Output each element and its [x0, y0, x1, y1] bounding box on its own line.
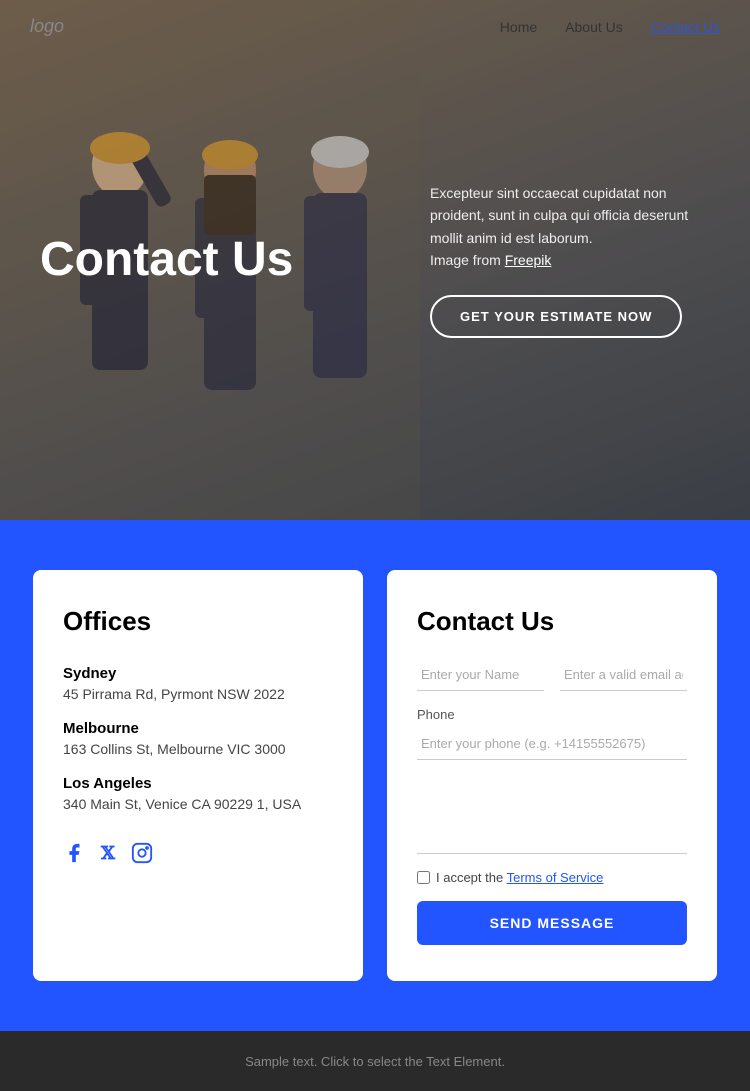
estimate-button[interactable]: GET YOUR ESTIMATE NOW [430, 295, 682, 338]
nav-about[interactable]: About Us [565, 19, 623, 35]
office-sydney: Sydney 45 Pirrama Rd, Pyrmont NSW 2022 [63, 665, 333, 702]
terms-link[interactable]: Terms of Service [507, 870, 604, 885]
hero-section: Contact Us Excepteur sint occaecat cupid… [0, 0, 750, 520]
name-input[interactable] [417, 659, 544, 691]
email-field-group [560, 659, 687, 691]
hero-description: Excepteur sint occaecat cupidatat non pr… [430, 182, 710, 272]
hero-right: Excepteur sint occaecat cupidatat non pr… [430, 182, 710, 339]
facebook-icon[interactable] [63, 842, 85, 864]
hero-content: Contact Us Excepteur sint occaecat cupid… [0, 0, 750, 520]
send-message-button[interactable]: SEND MESSAGE [417, 901, 687, 945]
melbourne-city: Melbourne [63, 720, 333, 737]
phone-input[interactable] [417, 728, 687, 760]
sydney-address: 45 Pirrama Rd, Pyrmont NSW 2022 [63, 686, 333, 702]
offices-title: Offices [63, 606, 333, 637]
hero-title: Contact Us [40, 234, 293, 287]
contact-card: Contact Us Phone I accept the Terms of S… [387, 570, 717, 981]
name-field-group [417, 659, 544, 691]
contact-form-title: Contact Us [417, 606, 687, 637]
name-email-row [417, 659, 687, 691]
nav-links: Home About Us Contact Us [500, 19, 720, 35]
message-field-group [417, 774, 687, 854]
instagram-icon[interactable] [131, 842, 153, 864]
la-address: 340 Main St, Venice CA 90229 1, USA [63, 796, 333, 812]
social-icons: 𝕏 [63, 842, 333, 864]
phone-label: Phone [417, 707, 687, 722]
nav-home[interactable]: Home [500, 19, 537, 35]
terms-label: I accept the Terms of Service [436, 870, 603, 885]
terms-checkbox-row: I accept the Terms of Service [417, 870, 687, 885]
offices-card: Offices Sydney 45 Pirrama Rd, Pyrmont NS… [33, 570, 363, 981]
melbourne-address: 163 Collins St, Melbourne VIC 3000 [63, 741, 333, 757]
la-city: Los Angeles [63, 775, 333, 792]
sydney-city: Sydney [63, 665, 333, 682]
office-los-angeles: Los Angeles 340 Main St, Venice CA 90229… [63, 775, 333, 812]
phone-field-group: Phone [417, 707, 687, 760]
message-textarea[interactable] [417, 774, 687, 854]
email-input[interactable] [560, 659, 687, 691]
footer: Sample text. Click to select the Text El… [0, 1031, 750, 1091]
freepik-link[interactable]: Freepik [505, 252, 552, 268]
blue-section: Offices Sydney 45 Pirrama Rd, Pyrmont NS… [0, 520, 750, 1031]
terms-checkbox[interactable] [417, 871, 430, 884]
logo: logo [30, 16, 64, 37]
office-melbourne: Melbourne 163 Collins St, Melbourne VIC … [63, 720, 333, 757]
twitter-x-icon[interactable]: 𝕏 [101, 843, 115, 864]
footer-text: Sample text. Click to select the Text El… [245, 1054, 505, 1069]
navbar: logo Home About Us Contact Us [0, 0, 750, 53]
nav-contact[interactable]: Contact Us [651, 19, 720, 35]
